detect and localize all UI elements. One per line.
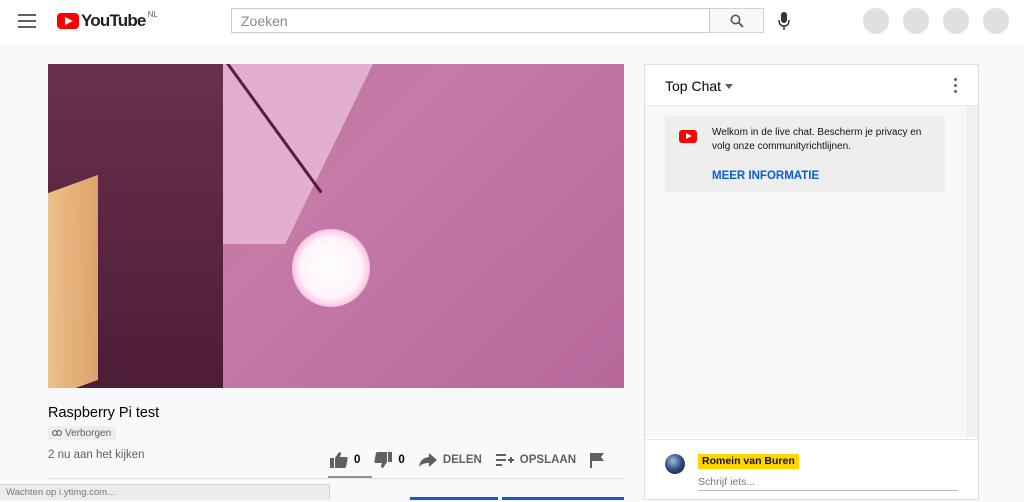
search-button[interactable]: [710, 8, 764, 33]
avatar: [665, 454, 685, 474]
save-button[interactable]: OPSLAAN: [495, 453, 577, 467]
dislike-count: 0: [398, 454, 405, 466]
video-scene-bulb: [292, 229, 370, 307]
search-icon: [730, 14, 744, 28]
country-code: NL: [147, 9, 158, 19]
video-actions: 0 0 DELEN OPSLAAN: [330, 450, 618, 470]
create-icon[interactable]: [863, 8, 889, 34]
viewer-count: 2 nu aan het kijken: [48, 449, 145, 461]
dislike-button[interactable]: 0: [374, 452, 405, 468]
live-chat-panel: Top Chat Welkom in de live chat. Bescher…: [644, 64, 979, 500]
chat-header: Top Chat: [645, 65, 978, 106]
chat-scrollbar[interactable]: [966, 106, 978, 437]
like-count: 0: [354, 454, 361, 466]
welcome-message: Welkom in de live chat. Bescherm je priv…: [665, 116, 945, 192]
status-bar: Wachten op i.ytimg.com...: [0, 484, 330, 500]
visibility-label: Verborgen: [65, 427, 112, 439]
author-name: Romein van Buren: [698, 454, 799, 469]
thumbs-down-icon: [374, 452, 393, 468]
like-button[interactable]: 0: [330, 452, 360, 468]
video-scene-frame: [48, 174, 98, 388]
report-button[interactable]: [590, 452, 605, 468]
visibility-badge: Verborgen: [48, 426, 117, 440]
welcome-text: Welkom in de live chat. Bescherm je priv…: [712, 127, 922, 152]
chevron-down-icon[interactable]: [725, 84, 733, 89]
logo-text: YouTube: [81, 11, 146, 30]
sentiment-bar: [328, 476, 372, 478]
playlist-add-icon: [495, 454, 514, 466]
search-box: [231, 8, 710, 33]
video-player[interactable]: [48, 64, 624, 388]
chat-messages: Welkom in de live chat. Bescherm je priv…: [645, 106, 966, 437]
avatar-button[interactable]: [983, 8, 1009, 34]
chat-mode-selector[interactable]: Top Chat: [665, 78, 721, 94]
notifications-icon[interactable]: [943, 8, 969, 34]
divider: [48, 478, 624, 479]
learn-more-link[interactable]: MEER INFORMATIE: [712, 170, 819, 182]
apps-icon[interactable]: [903, 8, 929, 34]
share-button[interactable]: DELEN: [418, 453, 482, 467]
link-icon: [52, 430, 62, 436]
youtube-logo[interactable]: YouTube NL: [57, 9, 158, 31]
chat-message-input[interactable]: [698, 474, 958, 491]
youtube-play-icon: [57, 13, 79, 29]
more-options-icon[interactable]: [954, 78, 957, 96]
video-title: Raspberry Pi test: [48, 405, 160, 421]
share-label: DELEN: [442, 454, 482, 466]
save-label: OPSLAAN: [519, 454, 577, 466]
youtube-icon: [679, 130, 697, 143]
chat-composer: Romein van Buren: [645, 439, 978, 502]
flag-icon: [590, 452, 605, 468]
search-input[interactable]: [232, 9, 709, 32]
microphone-icon[interactable]: [774, 10, 794, 32]
share-icon: [418, 453, 437, 467]
thumbs-up-icon: [330, 452, 348, 468]
top-bar: YouTube NL: [0, 0, 1024, 44]
menu-icon[interactable]: [18, 14, 36, 28]
